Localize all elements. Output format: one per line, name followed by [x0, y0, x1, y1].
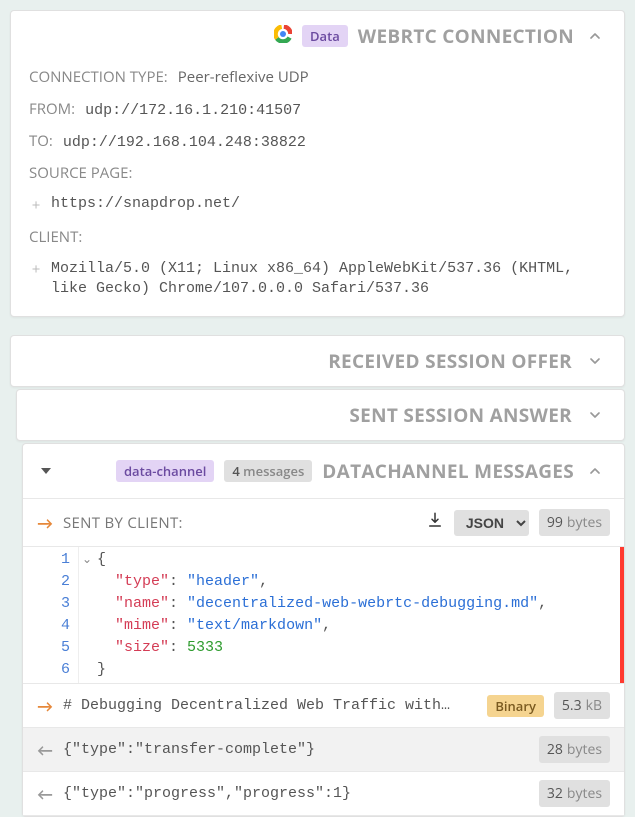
- to-label: TO:: [29, 131, 53, 151]
- sent-answer-title: SENT SESSION ANSWER: [349, 402, 572, 428]
- connection-type-label: CONNECTION TYPE:: [29, 67, 168, 87]
- client-label-row: CLIENT:: [29, 221, 606, 253]
- connection-type-value: Peer-reflexive UDP: [178, 67, 309, 87]
- message-content: {"type":"transfer-complete"}: [63, 741, 529, 758]
- datachannel-card: data-channel 4 messages DATACHANNEL MESS…: [22, 443, 625, 817]
- scroll-indicator[interactable]: [620, 547, 624, 683]
- chrome-icon: [274, 25, 292, 48]
- plus-icon[interactable]: +: [29, 195, 43, 215]
- size-badge: 28bytes: [539, 736, 610, 763]
- from-label: FROM:: [29, 99, 75, 119]
- source-page-row: + https://snapdrop.net/: [29, 195, 606, 215]
- caret-down-icon[interactable]: [41, 468, 51, 474]
- sent-answer-card[interactable]: SENT SESSION ANSWER: [16, 389, 625, 441]
- to-row: TO: udp://192.168.104.248:38822: [29, 125, 606, 157]
- size-badge: 99bytes: [539, 509, 610, 536]
- arrow-left-icon: ←: [37, 783, 53, 805]
- sent-by-client-bar: → SENT BY CLIENT: JSON 99bytes: [23, 499, 624, 547]
- datachannel-header: data-channel 4 messages DATACHANNEL MESS…: [23, 444, 624, 499]
- data-channel-badge: data-channel: [116, 460, 214, 482]
- message-row[interactable]: ← {"type":"transfer-complete"} 28bytes: [23, 728, 624, 772]
- message-row-binary[interactable]: → # Debugging Decentralized Web Traffic …: [23, 684, 624, 728]
- sent-by-client-label: SENT BY CLIENT:: [63, 513, 416, 533]
- binary-badge: Binary: [487, 695, 544, 717]
- fold-icon[interactable]: ⌄: [82, 549, 92, 571]
- collapse-toggle[interactable]: [584, 460, 606, 482]
- collapse-toggle[interactable]: [584, 25, 606, 47]
- source-page-value: https://snapdrop.net/: [51, 195, 240, 212]
- datachannel-title: DATACHANNEL MESSAGES: [322, 458, 574, 484]
- from-value: udp://172.16.1.210:41507: [85, 102, 301, 119]
- connection-type-row: CONNECTION TYPE: Peer-reflexive UDP: [29, 61, 606, 93]
- session-stack: RECEIVED SESSION OFFER SENT SESSION ANSW…: [10, 335, 625, 817]
- data-badge: Data: [302, 25, 348, 47]
- json-code[interactable]: { "type": "header", "name": "decentraliz…: [79, 547, 624, 683]
- messages-count-badge: 4 messages: [224, 460, 312, 482]
- to-value: udp://192.168.104.248:38822: [63, 134, 306, 151]
- download-icon[interactable]: [426, 511, 444, 534]
- arrow-left-icon: ←: [37, 739, 53, 761]
- message-content: {"type":"progress","progress":1}: [63, 785, 529, 802]
- webrtc-connection-card: Data WEBRTC CONNECTION CONNECTION TYPE: …: [10, 10, 625, 317]
- line-gutter: ⌄ 1 2 3 4 5 6: [23, 547, 79, 683]
- client-value: Mozilla/5.0 (X11; Linux x86_64) AppleWeb…: [51, 259, 606, 298]
- arrow-right-icon: →: [37, 695, 53, 717]
- from-row: FROM: udp://172.16.1.210:41507: [29, 93, 606, 125]
- format-select[interactable]: JSON: [454, 510, 529, 536]
- connection-header: Data WEBRTC CONNECTION: [11, 11, 624, 61]
- connection-body: CONNECTION TYPE: Peer-reflexive UDP FROM…: [11, 61, 624, 316]
- received-offer-card[interactable]: RECEIVED SESSION OFFER: [10, 335, 625, 387]
- message-row[interactable]: ← {"type":"progress","progress":1} 32byt…: [23, 772, 624, 816]
- received-offer-title: RECEIVED SESSION OFFER: [328, 348, 572, 374]
- message-content: # Debugging Decentralized Web Traffic wi…: [63, 697, 477, 714]
- size-badge: 5.3kB: [554, 692, 610, 719]
- chevron-down-icon[interactable]: [584, 404, 606, 426]
- client-row: + Mozilla/5.0 (X11; Linux x86_64) AppleW…: [29, 259, 606, 298]
- size-badge: 32bytes: [539, 780, 610, 807]
- client-label: CLIENT:: [29, 227, 82, 247]
- arrow-right-icon: →: [37, 512, 53, 534]
- plus-icon[interactable]: +: [29, 259, 43, 279]
- json-viewer: ⌄ 1 2 3 4 5 6 { "type": "header", "name"…: [23, 547, 624, 684]
- source-page-label: SOURCE PAGE:: [29, 163, 132, 183]
- card-title: WEBRTC CONNECTION: [358, 23, 574, 49]
- chevron-down-icon[interactable]: [584, 350, 606, 372]
- source-label-row: SOURCE PAGE:: [29, 157, 606, 189]
